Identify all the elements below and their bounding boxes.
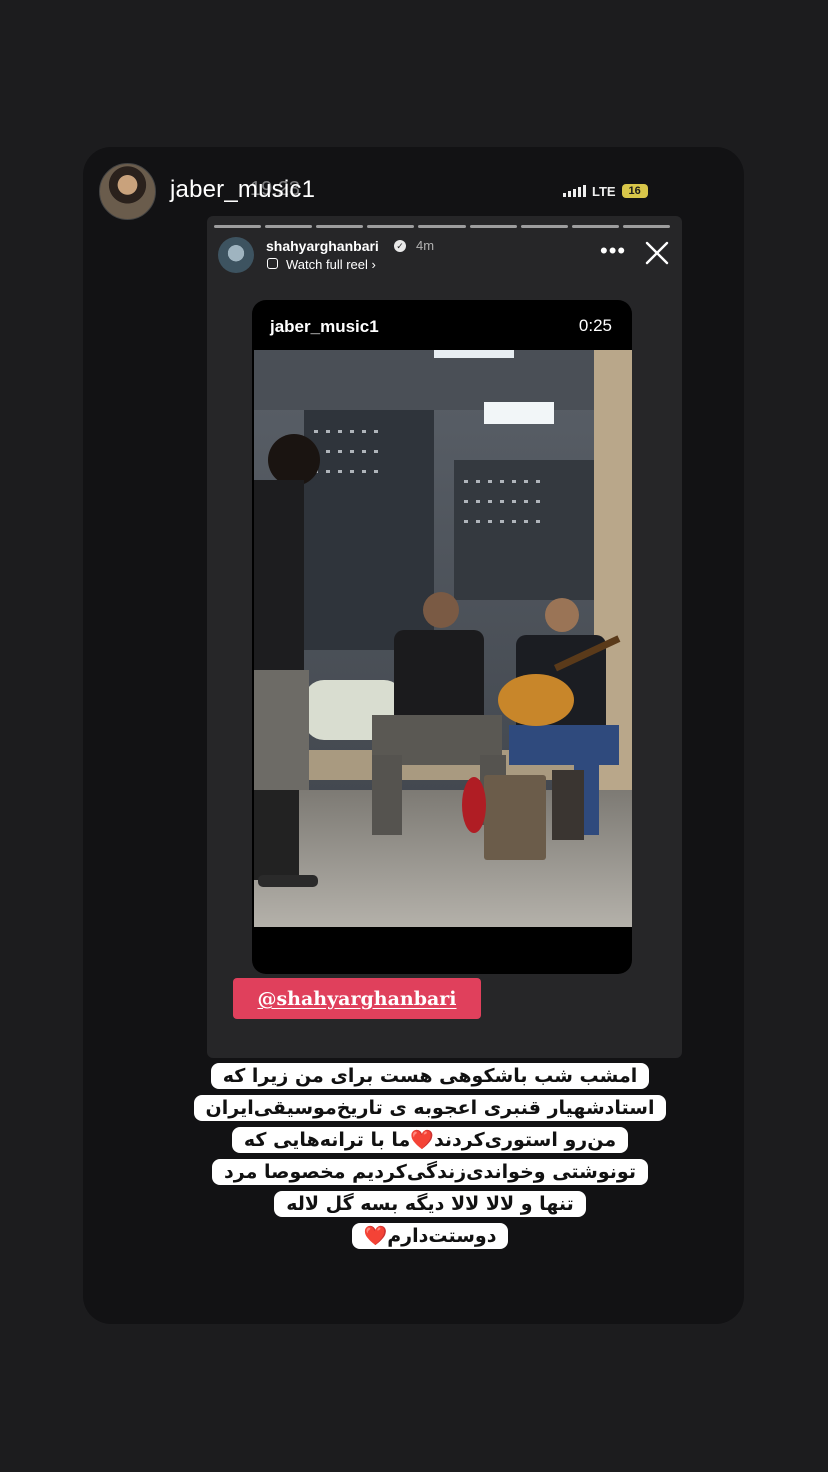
reel-icon	[267, 258, 278, 269]
heart-emoji: ❤️	[410, 1129, 434, 1151]
reshared-time-ago: 4m	[416, 238, 435, 253]
video-frame-image	[254, 350, 632, 927]
close-icon[interactable]	[643, 239, 671, 267]
caption-line: استادشهیار قنبری اعجوبه ی تاریخ‌موسیقی‌ا…	[193, 1095, 667, 1121]
caption-text: استادشهیار قنبری اعجوبه ی تاریخ‌موسیقی‌ا…	[205, 1097, 655, 1119]
mention-sticker[interactable]: @shahyarghanbari	[233, 978, 481, 1019]
caption-text: دوستت‌دارم	[387, 1225, 497, 1247]
signal-icon	[563, 185, 586, 197]
story-author-avatar[interactable]	[99, 163, 156, 220]
caption-line: تونوشتی وخواندی‌زندگی‌کردیم مخصوصا مرد	[212, 1159, 648, 1185]
video-duration: 0:25	[578, 316, 612, 335]
video-username: jaber_music1	[270, 317, 379, 336]
caption-text: من‌رو استوری‌کردند	[433, 1129, 617, 1151]
more-horizontal-icon[interactable]: •••	[600, 240, 626, 262]
status-bar-time: 19:23	[250, 178, 301, 200]
heart-emoji: ❤️	[363, 1225, 388, 1247]
caption-line: من‌رو استوری‌کردند❤️ما با ترانه‌هایی که	[231, 1127, 629, 1153]
caption-text: ما با ترانه‌هایی که	[243, 1129, 411, 1151]
story-progress-bar	[214, 225, 670, 228]
caption-text: امشب شب باشکوهی هست برای من زیرا که	[222, 1065, 638, 1087]
network-type: LTE	[592, 183, 616, 199]
verified-badge-icon: ✓	[394, 240, 406, 252]
caption-line: امشب شب باشکوهی هست برای من زیرا که	[210, 1063, 650, 1089]
status-bar: LTE 16	[563, 182, 648, 200]
watch-full-reel-link[interactable]: Watch full reel ›	[286, 257, 376, 272]
reshared-author-avatar[interactable]	[218, 237, 254, 273]
battery-level: 16	[628, 185, 641, 197]
reshared-author-username[interactable]: shahyarghanbari	[266, 238, 379, 254]
story-caption: امشب شب باشکوهی هست برای من زیرا که استا…	[150, 1060, 710, 1252]
caption-text: تنها و لالا لالا دیگه بسه گل لاله	[286, 1193, 574, 1215]
caption-line: تنها و لالا لالا دیگه بسه گل لاله	[274, 1191, 586, 1217]
caption-line: دوستت‌دارم❤️	[351, 1223, 509, 1249]
battery-icon: 16	[621, 184, 648, 198]
reel-video-player[interactable]: jaber_music1 0:25	[252, 300, 632, 974]
caption-text: تونوشتی وخواندی‌زندگی‌کردیم مخصوصا مرد	[224, 1161, 636, 1183]
